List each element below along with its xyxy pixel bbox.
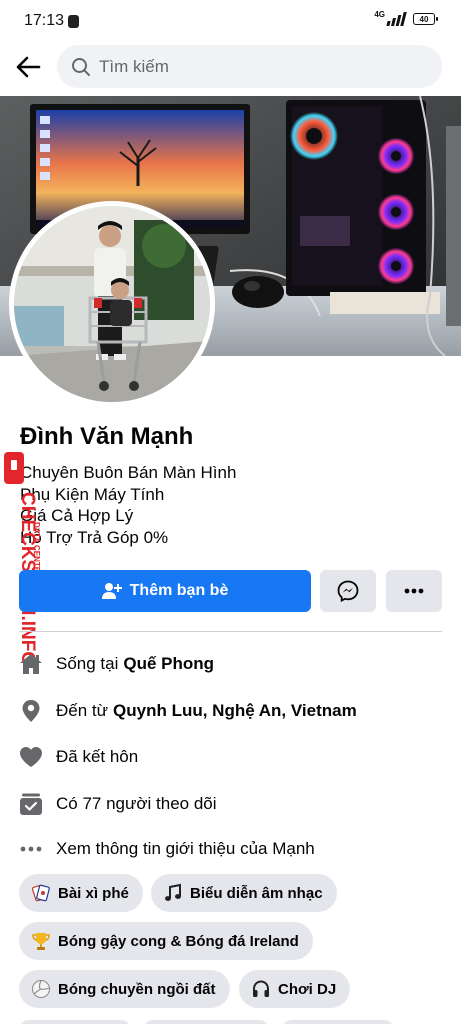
hobby-chip-partial[interactable] <box>143 1020 269 1024</box>
intro-prefix: Xem thông tin giới thiệu của Mạnh <box>56 839 315 858</box>
hobby-chip[interactable]: Biểu diễn âm nhạc <box>151 874 337 912</box>
heart-icon <box>18 744 44 770</box>
intro-from: Đến từ Quynh Luu, Nghệ An, Vietnam <box>18 696 357 726</box>
status-time: 17:13 <box>24 12 65 29</box>
intro-lives-in: Sống tại Quế Phong <box>18 649 214 679</box>
messenger-icon <box>337 580 359 602</box>
intro-followers: Có 77 người theo dõi <box>18 789 217 819</box>
location-pin-icon <box>18 698 44 724</box>
battery-level: 40 <box>419 14 429 24</box>
followers-icon <box>18 791 44 817</box>
back-button[interactable] <box>12 52 44 82</box>
hobby-label: Bài xì phé <box>58 884 129 902</box>
more-dots-icon <box>18 836 44 862</box>
add-friend-label: Thêm bạn bè <box>129 582 229 599</box>
bio-line: Chuyên Buôn Bán Màn Hình <box>20 463 237 482</box>
profile-bio: Chuyên Buôn Bán Màn Hình Phụ Kiện Máy Tí… <box>20 462 236 548</box>
status-indicators: 4G 40 <box>374 9 438 26</box>
avatar-image <box>14 206 210 402</box>
intro-prefix: Có 77 người theo dõi <box>56 794 217 813</box>
arrow-left-icon <box>16 56 41 78</box>
intro-value[interactable]: Quynh Luu, Nghệ An, Vietnam <box>113 701 357 721</box>
bio-line: Phụ Kiện Máy Tính <box>20 484 165 504</box>
intro-see-about[interactable]: Xem thông tin giới thiệu của Mạnh <box>18 834 315 864</box>
hobby-chip[interactable]: Bóng gậy cong & Bóng đá Ireland <box>19 922 313 960</box>
search-icon <box>72 57 90 76</box>
hobby-label: Bóng chuyền ngồi đất <box>58 980 216 998</box>
signal-icon <box>386 12 407 26</box>
messenger-button[interactable] <box>320 570 376 612</box>
intro-prefix: Sống tại <box>56 654 119 673</box>
add-friend-icon <box>101 583 122 599</box>
home-icon <box>18 651 44 677</box>
notification-icon <box>68 15 79 28</box>
intro-relationship: Đã kết hôn <box>18 742 138 772</box>
search-input[interactable] <box>99 56 379 77</box>
network-type: 4G <box>374 9 385 19</box>
intro-prefix: Đã kết hôn <box>56 747 139 766</box>
volleyball-icon <box>31 979 51 999</box>
bio-line: Hỗ Trợ Trả Góp 0% <box>20 527 169 547</box>
ellipsis-icon <box>404 588 424 594</box>
hobby-chip-partial[interactable] <box>282 1020 394 1024</box>
bio-line: Giá Cả Hợp Lý <box>20 506 134 525</box>
search-bar[interactable] <box>57 45 442 88</box>
hobby-chip[interactable]: Bài xì phé <box>19 874 143 912</box>
battery-icon: 40 <box>413 13 438 25</box>
hobby-label: Chơi DJ <box>278 980 337 998</box>
cards-icon <box>31 883 51 903</box>
trophy-icon <box>31 931 51 951</box>
add-friend-button[interactable]: Thêm bạn bè <box>19 570 311 612</box>
section-divider <box>19 631 442 632</box>
more-options-button[interactable] <box>386 570 442 612</box>
profile-name: Đình Văn Mạnh <box>20 423 194 450</box>
intro-value[interactable]: Quế Phong <box>123 654 214 674</box>
status-bar: 17:13 4G 40 <box>0 0 461 42</box>
hobby-label: Biểu diễn âm nhạc <box>190 884 323 902</box>
hobby-chip[interactable]: Chơi DJ <box>239 970 351 1008</box>
profile-avatar[interactable] <box>9 201 215 407</box>
hobby-label: Bóng gậy cong & Bóng đá Ireland <box>58 932 299 950</box>
intro-prefix: Đến từ <box>56 701 109 720</box>
hobby-chip[interactable]: Bóng chuyền ngồi đất <box>19 970 230 1008</box>
hobby-chip-partial[interactable] <box>19 1020 131 1024</box>
music-note-icon <box>163 883 183 903</box>
headphones-icon <box>251 979 271 999</box>
